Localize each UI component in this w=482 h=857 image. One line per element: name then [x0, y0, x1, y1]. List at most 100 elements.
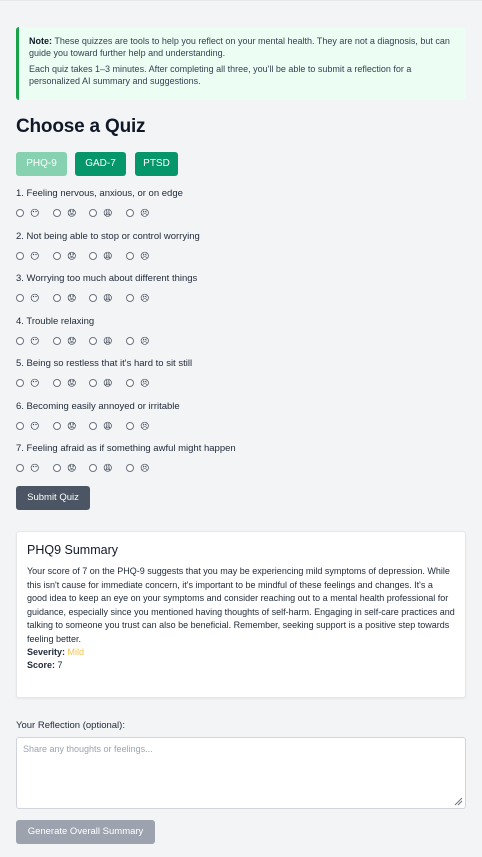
question-item: 5. Being so restless that it's hard to s… [16, 358, 192, 390]
emoji-face-icon: 😣 [140, 251, 150, 261]
emoji-face-icon: 😶 [30, 208, 40, 218]
answer-options: 😶 😟 😩 😣 [16, 206, 183, 220]
emoji-face-icon: 😩 [103, 463, 113, 473]
generate-summary-button[interactable]: Generate Overall Summary [16, 820, 155, 844]
emoji-face-icon: 😟 [67, 293, 77, 303]
emoji-face-icon: 😣 [140, 208, 150, 218]
note-text: These quizzes are tools to help you refl… [29, 36, 450, 58]
radio-button[interactable] [53, 464, 61, 472]
question-item: 2. Not being able to stop or control wor… [16, 231, 200, 263]
radio-button[interactable] [126, 337, 134, 345]
radio-button[interactable] [53, 294, 61, 302]
summary-title: PHQ9 Summary [27, 543, 118, 557]
resize-handle-icon[interactable] [453, 796, 463, 806]
emoji-face-icon: 😣 [140, 378, 150, 388]
answer-options: 😶 😟 😩 😣 [16, 291, 197, 305]
radio-button[interactable] [53, 252, 61, 260]
question-item: 6. Becoming easily annoyed or irritable 😶… [16, 401, 180, 433]
question-text: 4. Trouble relaxing [16, 316, 95, 327]
radio-button[interactable] [16, 422, 24, 430]
note-paragraph: Note: These quizzes are tools to help yo… [29, 35, 456, 59]
answer-options: 😶 😟 😩 😣 [16, 249, 200, 263]
tab-gad7[interactable]: GAD-7 [75, 152, 126, 176]
score-value: 7 [57, 660, 63, 670]
radio-button[interactable] [126, 252, 134, 260]
radio-button[interactable] [89, 209, 97, 217]
emoji-face-icon: 😩 [103, 208, 113, 218]
tab-phq9[interactable]: PHQ-9 [16, 152, 67, 176]
score-row: Score: 7 [27, 659, 455, 672]
radio-button[interactable] [126, 464, 134, 472]
question-item: 4. Trouble relaxing 😶 😟 😩 😣 [16, 316, 149, 348]
submit-quiz-button[interactable]: Submit Quiz [16, 486, 90, 510]
radio-button[interactable] [16, 209, 24, 217]
emoji-face-icon: 😟 [67, 378, 77, 388]
emoji-face-icon: 😶 [30, 336, 40, 346]
emoji-face-icon: 😶 [30, 251, 40, 261]
emoji-face-icon: 😣 [140, 293, 150, 303]
severity-row: Severity: Mild [27, 646, 455, 659]
emoji-face-icon: 😟 [67, 336, 77, 346]
question-text: 3. Worrying too much about different thi… [16, 273, 198, 284]
radio-button[interactable] [53, 209, 61, 217]
emoji-face-icon: 😟 [67, 463, 77, 473]
emoji-face-icon: 😶 [30, 421, 40, 431]
radio-button[interactable] [126, 379, 134, 387]
question-text: 2. Not being able to stop or control wor… [16, 231, 200, 242]
question-text: 5. Being so restless that it's hard to s… [16, 358, 193, 369]
summary-card: PHQ9 Summary Your score of 7 on the PHQ-… [16, 531, 466, 698]
radio-button[interactable] [126, 294, 134, 302]
question-item: 3. Worrying too much about different thi… [16, 273, 197, 305]
page-title: Choose a Quiz [16, 116, 146, 137]
emoji-face-icon: 😟 [67, 208, 77, 218]
radio-button[interactable] [89, 337, 97, 345]
question-text: 1. Feeling nervous, anxious, or on edge [16, 188, 183, 199]
emoji-face-icon: 😣 [140, 463, 150, 473]
emoji-face-icon: 😩 [103, 293, 113, 303]
emoji-face-icon: 😶 [30, 293, 40, 303]
emoji-face-icon: 😶 [30, 378, 40, 388]
radio-button[interactable] [126, 422, 134, 430]
score-label: Score: [27, 660, 56, 670]
question-text: 7. Feeling afraid as if something awful … [16, 443, 236, 454]
radio-button[interactable] [89, 294, 97, 302]
radio-button[interactable] [126, 209, 134, 217]
radio-button[interactable] [16, 294, 24, 302]
radio-button[interactable] [53, 337, 61, 345]
radio-button[interactable] [16, 337, 24, 345]
radio-button[interactable] [53, 422, 61, 430]
reflection-input[interactable] [16, 737, 466, 809]
emoji-face-icon: 😟 [67, 421, 77, 431]
radio-button[interactable] [16, 379, 24, 387]
radio-button[interactable] [53, 379, 61, 387]
emoji-face-icon: 😣 [140, 421, 150, 431]
radio-button[interactable] [89, 379, 97, 387]
answer-options: 😶 😟 😩 😣 [16, 461, 236, 475]
answer-options: 😶 😟 😩 😣 [16, 419, 180, 433]
reflection-label: Your Reflection (optional): [16, 720, 125, 731]
answer-options: 😶 😟 😩 😣 [16, 376, 192, 390]
severity-label: Severity: [27, 647, 66, 657]
note-box: Note: These quizzes are tools to help yo… [16, 27, 466, 100]
radio-button[interactable] [16, 464, 24, 472]
radio-button[interactable] [89, 252, 97, 260]
radio-button[interactable] [89, 464, 97, 472]
question-item: 7. Feeling afraid as if something awful … [16, 443, 236, 475]
tab-ptsd[interactable]: PTSD [135, 152, 178, 176]
note-paragraph-2: Each quiz takes 1–3 minutes. After compl… [29, 64, 412, 86]
emoji-face-icon: 😩 [103, 336, 113, 346]
radio-button[interactable] [16, 252, 24, 260]
top-divider [0, 0, 482, 1]
note-label: Note: [29, 36, 52, 46]
emoji-face-icon: 😣 [140, 336, 150, 346]
question-item: 1. Feeling nervous, anxious, or on edge 😶… [16, 188, 183, 220]
emoji-face-icon: 😟 [67, 251, 77, 261]
emoji-face-icon: 😩 [103, 378, 113, 388]
summary-text: Your score of 7 on the PHQ-9 suggests th… [27, 566, 455, 644]
emoji-face-icon: 😩 [103, 421, 113, 431]
emoji-face-icon: 😩 [103, 251, 113, 261]
emoji-face-icon: 😶 [30, 463, 40, 473]
severity-value: Mild [67, 647, 85, 657]
radio-button[interactable] [89, 422, 97, 430]
answer-options: 😶 😟 😩 😣 [16, 334, 149, 348]
